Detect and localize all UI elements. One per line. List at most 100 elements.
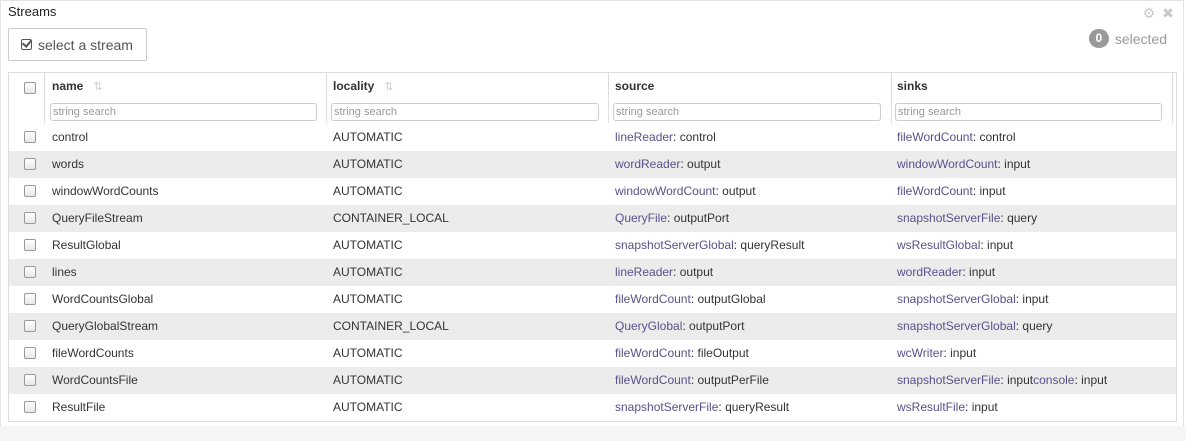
stream-source: QueryGlobal: outputPort [615, 319, 745, 333]
column-header-name[interactable]: name ⇅ [52, 73, 103, 100]
source-port: outputPort [689, 319, 745, 333]
table-row[interactable]: windowWordCounts AUTOMATIC windowWordCount… [9, 178, 1176, 205]
selected-counter: 0 selected [1088, 29, 1167, 48]
column-header-locality[interactable]: locality ⇅ [333, 73, 394, 100]
stream-locality: AUTOMATIC [333, 130, 403, 144]
sink-port: input [1007, 373, 1034, 387]
sink-operator-link[interactable]: fileWordCount [897, 184, 973, 198]
stream-locality: AUTOMATIC [333, 238, 403, 252]
check-square-icon [21, 39, 32, 50]
table-row[interactable]: fileWordCounts AUTOMATIC fileWordCount: fi… [9, 340, 1176, 367]
sinks-filter-input[interactable] [895, 103, 1162, 121]
table-row[interactable]: WordCountsFile AUTOMATIC fileWordCount: ou… [9, 367, 1176, 394]
sort-icon[interactable]: ⇅ [384, 81, 393, 93]
row-checkbox[interactable] [24, 347, 36, 359]
sink-port: input [969, 265, 996, 279]
stream-sinks: snapshotServerGlobal: input [897, 292, 1049, 306]
source-filter-input[interactable] [613, 103, 881, 121]
source-port: output [687, 157, 721, 171]
source-port: fileOutput [697, 346, 749, 360]
source-operator-link[interactable]: snapshotServerGlobal [615, 238, 734, 252]
sink-operator-link[interactable]: snapshotServerFile [897, 211, 1000, 225]
source-operator-link[interactable]: windowWordCount [615, 184, 716, 198]
name-filter-input[interactable] [50, 103, 317, 121]
sink-port: input [950, 346, 977, 360]
source-operator-link[interactable]: fileWordCount [615, 346, 691, 360]
locality-filter-input[interactable] [331, 103, 599, 121]
stream-source: snapshotServerFile: queryResult [615, 400, 790, 414]
table-row[interactable]: lines AUTOMATIC lineReader: output wordRead… [9, 259, 1176, 286]
table-header: name ⇅ locality ⇅ source sinks [9, 73, 1176, 123]
sort-icon[interactable]: ⇅ [93, 81, 102, 93]
sink-operator-link[interactable]: wordReader [897, 265, 962, 279]
source-operator-link[interactable]: QueryFile [615, 211, 667, 225]
row-checkbox[interactable] [24, 158, 36, 170]
close-icon[interactable]: ✖ [1161, 6, 1175, 20]
source-port: queryResult [725, 400, 790, 414]
stream-name: windowWordCounts [52, 184, 159, 198]
row-checkbox[interactable] [24, 374, 36, 386]
select-stream-button[interactable]: select a stream [8, 28, 147, 61]
sink-port: query [1022, 319, 1053, 333]
table-row[interactable]: WordCountsGlobal AUTOMATIC fileWordCount: … [9, 286, 1176, 313]
stream-locality: AUTOMATIC [333, 292, 403, 306]
sink-operator-link[interactable]: snapshotServerGlobal [897, 292, 1016, 306]
stream-source: fileWordCount: outputGlobal [615, 292, 766, 306]
select-all-checkbox[interactable] [24, 82, 36, 94]
panel-title: Streams [8, 4, 57, 19]
table-row[interactable]: words AUTOMATIC wordReader: output windowWo… [9, 151, 1176, 178]
sink-port: input [979, 184, 1006, 198]
stream-source: wordReader: output [615, 157, 721, 171]
stream-sinks: wsResultGlobal: input [897, 238, 1014, 252]
source-operator-link[interactable]: lineReader [615, 130, 673, 144]
sink-operator-link[interactable]: wcWriter [897, 346, 943, 360]
table-row[interactable]: control AUTOMATIC lineReader: control fileW… [9, 124, 1176, 151]
row-checkbox[interactable] [24, 320, 36, 332]
sink-port: input [971, 400, 998, 414]
stream-sinks: snapshotServerGlobal: query [897, 319, 1053, 333]
row-checkbox[interactable] [24, 212, 36, 224]
row-checkbox[interactable] [24, 266, 36, 278]
stream-source: fileWordCount: fileOutput [615, 346, 749, 360]
row-checkbox[interactable] [24, 185, 36, 197]
table-row[interactable]: ResultFile AUTOMATIC snapshotServerFile: q… [9, 394, 1176, 421]
source-port: control [679, 130, 716, 144]
sink-operator-link[interactable]: wsResultFile [897, 400, 965, 414]
row-checkbox[interactable] [24, 131, 36, 143]
column-header-source[interactable]: source [615, 73, 654, 100]
source-operator-link[interactable]: snapshotServerFile [615, 400, 718, 414]
stream-source: lineReader: output [615, 265, 714, 279]
stream-name: control [52, 130, 89, 144]
stream-locality: AUTOMATIC [333, 400, 403, 414]
source-operator-link[interactable]: QueryGlobal [615, 319, 682, 333]
stream-sinks: windowWordCount: input [897, 157, 1031, 171]
row-checkbox[interactable] [24, 293, 36, 305]
stream-name: words [52, 157, 85, 171]
sink-operator-link[interactable]: snapshotServerFile [897, 373, 1000, 387]
table-row[interactable]: QueryFileStream CONTAINER_LOCAL QueryFile:… [9, 205, 1176, 232]
selected-label: selected [1114, 30, 1167, 47]
row-checkbox[interactable] [24, 401, 36, 413]
sink-operator-link[interactable]: snapshotServerGlobal [897, 319, 1016, 333]
stream-name: WordCountsFile [52, 373, 138, 387]
stream-sinks: fileWordCount: input [897, 184, 1006, 198]
source-operator-link[interactable]: wordReader [615, 157, 680, 171]
sink-port: control [979, 130, 1016, 144]
stream-name: fileWordCounts [52, 346, 134, 360]
sink-operator-link[interactable]: wsResultGlobal [897, 238, 980, 252]
row-checkbox[interactable] [24, 239, 36, 251]
source-port: outputPerFile [697, 373, 769, 387]
gear-icon[interactable]: ⚙ [1142, 6, 1156, 20]
sink-operator-link[interactable]: console [1033, 373, 1074, 387]
table-row[interactable]: QueryGlobalStream CONTAINER_LOCAL QueryGlo… [9, 313, 1176, 340]
sink-operator-link[interactable]: fileWordCount [897, 130, 973, 144]
stream-sinks: wsResultFile: input [897, 400, 998, 414]
source-operator-link[interactable]: lineReader [615, 265, 673, 279]
stream-sinks: snapshotServerFile: query [897, 211, 1038, 225]
source-operator-link[interactable]: fileWordCount [615, 292, 691, 306]
sink-operator-link[interactable]: windowWordCount [897, 157, 998, 171]
stream-name: lines [52, 265, 77, 279]
column-header-sinks[interactable]: sinks [897, 73, 928, 100]
table-row[interactable]: ResultGlobal AUTOMATIC snapshotServerGloba… [9, 232, 1176, 259]
source-operator-link[interactable]: fileWordCount [615, 373, 691, 387]
